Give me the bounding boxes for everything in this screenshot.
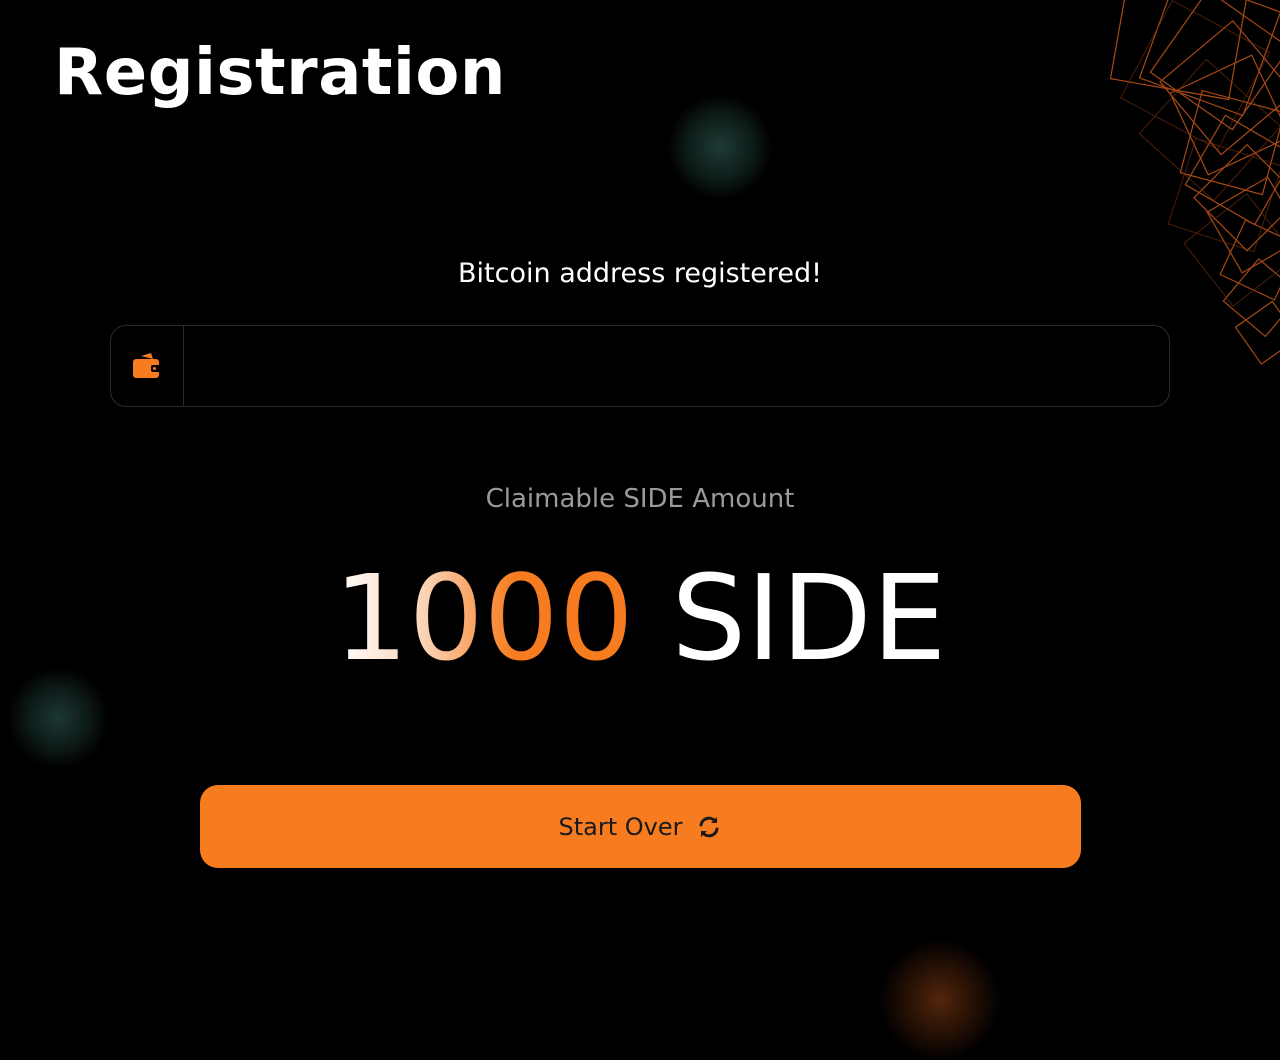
background-glow — [880, 940, 1000, 1060]
refresh-icon — [696, 814, 722, 840]
wallet-icon-container — [111, 326, 184, 406]
start-over-button[interactable]: Start Over — [200, 785, 1081, 868]
background-glow — [668, 95, 772, 199]
claimable-amount-value: 1000 — [333, 549, 634, 687]
claimable-amount-label: Claimable SIDE Amount — [485, 484, 795, 514]
claimable-amount-unit: SIDE — [671, 549, 947, 687]
bitcoin-address-input[interactable] — [191, 326, 1155, 408]
registration-status-message: Bitcoin address registered! — [458, 258, 822, 289]
claimable-amount-display: 1000 SIDE — [0, 550, 1280, 686]
wallet-icon — [133, 353, 161, 378]
start-over-label: Start Over — [558, 812, 683, 841]
bitcoin-address-field[interactable] — [110, 325, 1170, 408]
page-title: Registration — [54, 36, 506, 110]
